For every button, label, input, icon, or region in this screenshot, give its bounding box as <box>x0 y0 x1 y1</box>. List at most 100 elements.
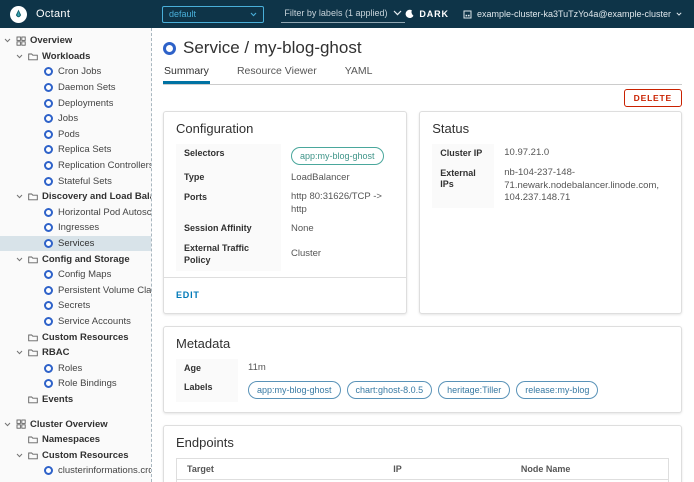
sidebar-item-label: Service Accounts <box>58 316 131 327</box>
sidebar-item[interactable]: Jobs <box>0 111 151 127</box>
sidebar-item-label: Discovery and Load Balancing <box>42 191 151 202</box>
sidebar-item[interactable]: Deployments <box>0 95 151 111</box>
sidebar-item[interactable]: Daemon Sets <box>0 80 151 96</box>
sidebar-item[interactable]: Cluster Overview <box>0 416 151 432</box>
sidebar-item-label: Config Maps <box>58 269 111 280</box>
tab-bar: Summary Resource Viewer YAML <box>163 65 682 85</box>
resource-icon <box>43 113 54 124</box>
sidebar-item[interactable]: Discovery and Load Balancing <box>0 189 151 205</box>
dark-toggle-label: DARK <box>419 9 449 19</box>
sidebar-item[interactable]: Role Bindings <box>0 376 151 392</box>
card-title: Status <box>432 121 669 136</box>
resource-icon <box>43 222 54 233</box>
resource-icon <box>43 316 54 327</box>
sidebar-item[interactable]: Cron Jobs <box>0 64 151 80</box>
delete-button[interactable]: DELETE <box>624 89 682 107</box>
status-table: Cluster IP 10.97.21.0 External IPs nb-10… <box>432 144 669 208</box>
chevron-down-icon[interactable] <box>4 422 15 427</box>
sidebar-item[interactable]: Pods <box>0 127 151 143</box>
sidebar-item[interactable]: Roles <box>0 360 151 376</box>
sidebar-item[interactable]: Custom Resources <box>0 329 151 345</box>
tab-label: YAML <box>345 65 373 77</box>
config-value: None <box>281 219 324 239</box>
config-row: Ports http 80:31626/TCP -> http <box>176 188 394 220</box>
status-value: nb-104-237-148-71.newark.nodebalancer.li… <box>494 164 669 208</box>
sidebar-item-label: Overview <box>30 35 72 46</box>
metadata-labels-row: Labels app:my-blog-ghost chart:ghost-8.0… <box>176 378 669 402</box>
chevron-down-icon[interactable] <box>16 194 27 199</box>
tab-label: Resource Viewer <box>237 65 317 77</box>
context-selector[interactable]: example-cluster-ka3TuTzYo4a@example-clus… <box>463 9 682 19</box>
folder-icon <box>27 254 38 265</box>
folder-icon <box>27 51 38 62</box>
chevron-down-icon[interactable] <box>16 453 27 458</box>
namespace-dropdown[interactable]: default <box>162 6 264 23</box>
folder-icon <box>27 434 38 445</box>
status-key: Cluster IP <box>432 144 494 164</box>
edit-link[interactable]: EDIT <box>176 290 200 300</box>
folder-icon <box>27 332 38 343</box>
sidebar-item[interactable]: Custom Resources <box>0 447 151 463</box>
config-key: Selectors <box>176 144 281 168</box>
overview-icon <box>15 419 26 430</box>
config-row: External Traffic Policy Cluster <box>176 239 394 270</box>
sidebar-nav: Overview Workloads <box>0 28 152 482</box>
sidebar-item[interactable]: Namespaces <box>0 432 151 448</box>
app-logo: Octant <box>10 6 162 23</box>
label-filter-input[interactable]: Filter by labels (1 applied) <box>281 6 405 23</box>
sidebar-item-label: Events <box>42 394 73 405</box>
sidebar-item[interactable]: Config Maps <box>0 267 151 283</box>
column-header: Node Name <box>511 459 668 479</box>
config-key: Session Affinity <box>176 219 281 239</box>
chevron-down-icon[interactable] <box>16 257 27 262</box>
octant-logo-icon <box>10 6 27 23</box>
service-icon <box>163 42 176 55</box>
tab[interactable]: Resource Viewer <box>236 65 318 84</box>
status-value: 10.97.21.0 <box>494 144 559 164</box>
sidebar-item[interactable]: Overview <box>0 33 151 49</box>
sidebar-item[interactable]: Replica Sets <box>0 142 151 158</box>
label-filter-text: Filter by labels (1 applied) <box>284 8 387 18</box>
sidebar-item[interactable]: Services <box>0 236 151 252</box>
metadata-age-row: Age 11m <box>176 359 669 379</box>
sidebar-item[interactable]: Replication Controllers <box>0 158 151 174</box>
sidebar-item[interactable]: Config and Storage <box>0 251 151 267</box>
folder-icon <box>27 191 38 202</box>
sidebar-item[interactable]: Stateful Sets <box>0 173 151 189</box>
sidebar-item[interactable]: Ingresses <box>0 220 151 236</box>
sidebar-item[interactable]: Horizontal Pod Autoscalers <box>0 205 151 221</box>
sidebar-item-label: Role Bindings <box>58 378 117 389</box>
sidebar-item[interactable]: clusterinformations.crd.projec <box>0 463 151 479</box>
sidebar-item[interactable]: Persistent Volume Claims <box>0 283 151 299</box>
config-key: Ports <box>176 188 281 220</box>
card-title: Metadata <box>176 336 669 351</box>
sidebar-item-label: Daemon Sets <box>58 82 116 93</box>
sidebar-item-label: Config and Storage <box>42 254 130 265</box>
tab[interactable]: Summary <box>163 65 210 84</box>
sidebar-item[interactable]: RBAC <box>0 345 151 361</box>
sidebar-item-label: Deployments <box>58 98 113 109</box>
chevron-down-icon <box>250 12 257 17</box>
config-value: Cluster <box>281 239 331 270</box>
sidebar-item-label: Replication Controllers <box>58 160 151 171</box>
chevron-down-icon[interactable] <box>16 350 27 355</box>
chevron-down-icon[interactable] <box>4 38 15 43</box>
resource-icon <box>43 285 54 296</box>
sidebar-item-label: Custom Resources <box>42 332 129 343</box>
resource-icon <box>43 207 54 218</box>
metadata-key: Labels <box>176 378 238 402</box>
sidebar-item[interactable]: Secrets <box>0 298 151 314</box>
sidebar-item[interactable]: Workloads <box>0 49 151 65</box>
sidebar-item-label: Ingresses <box>58 222 99 233</box>
sidebar-item[interactable]: Events <box>0 392 151 408</box>
chevron-down-icon[interactable] <box>16 54 27 59</box>
resource-icon <box>43 465 54 476</box>
metadata-labels: app:my-blog-ghost chart:ghost-8.0.5 heri… <box>238 378 608 402</box>
sidebar-item[interactable]: csidrivers.csi.storage.k8s.io <box>0 479 151 482</box>
resource-icon <box>43 176 54 187</box>
sidebar-item[interactable]: Service Accounts <box>0 314 151 330</box>
dark-theme-toggle[interactable]: DARK <box>405 9 449 19</box>
tab[interactable]: YAML <box>344 65 374 84</box>
resource-icon <box>43 82 54 93</box>
config-row: Session Affinity None <box>176 219 394 239</box>
